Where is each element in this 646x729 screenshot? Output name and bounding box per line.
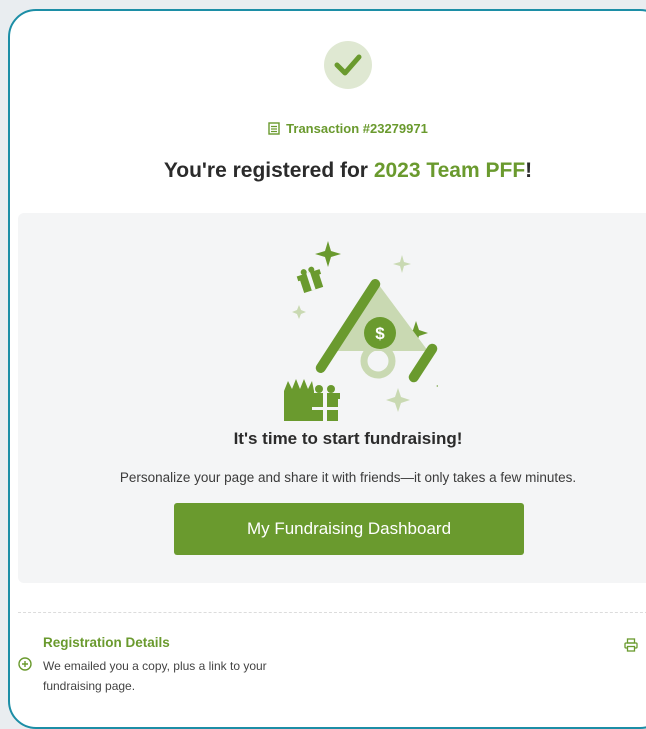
success-badge — [324, 41, 372, 89]
check-icon — [334, 54, 362, 76]
headline-suffix: ! — [525, 159, 533, 182]
promo-description: Personalize your page and share it with … — [119, 470, 577, 485]
promo-title: It's time to start fundraising! — [233, 429, 463, 448]
megaphone-illustration: $ — [284, 241, 438, 421]
event-name: 2023 Team PFF — [373, 159, 526, 182]
fundraising-promo-panel: $ It's time to start fundraising! Person… — [18, 213, 646, 583]
printer-icon[interactable] — [624, 638, 638, 652]
transaction-label: Transaction #23279971 — [286, 121, 428, 136]
section-divider — [18, 612, 646, 613]
registration-details-title[interactable]: Registration Details — [43, 635, 170, 650]
fundraising-dashboard-button[interactable]: My Fundraising Dashboard — [174, 503, 524, 555]
plus-circle-icon[interactable] — [18, 657, 32, 671]
transaction-number: Transaction #23279971 — [10, 121, 646, 136]
svg-text:$: $ — [375, 324, 385, 343]
document-icon — [268, 122, 280, 135]
registration-details-description: We emailed you a copy, plus a link to yo… — [43, 659, 267, 693]
confirmation-card: Transaction #23279971 You're registered … — [8, 9, 646, 729]
registration-headline: You're registered for 2023 Team PFF! — [10, 159, 646, 183]
headline-prefix: You're registered for — [163, 159, 374, 182]
